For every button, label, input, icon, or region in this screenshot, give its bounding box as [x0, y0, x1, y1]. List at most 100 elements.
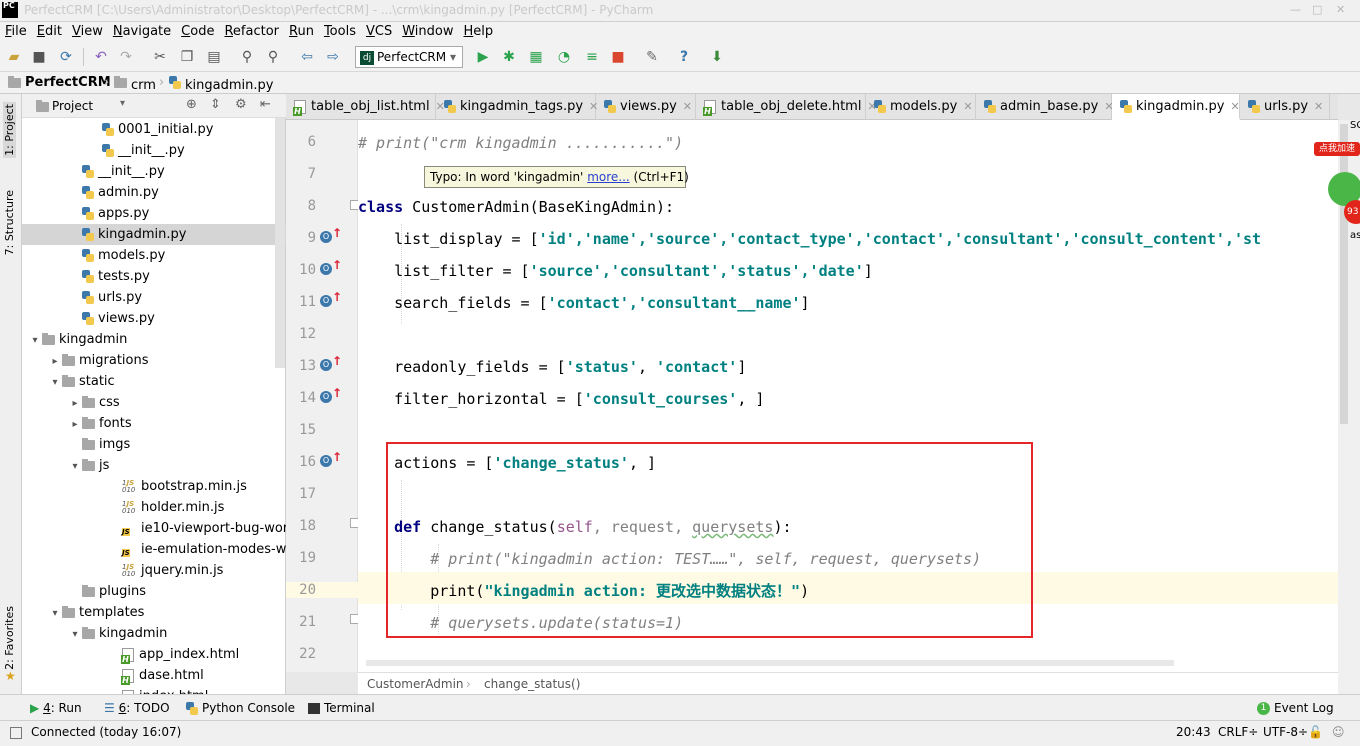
close-window-button[interactable]: ✕ [1336, 3, 1345, 16]
menu-run[interactable]: Run [284, 22, 319, 39]
tree-file[interactable]: 1JS 010 holder.min.js [22, 497, 286, 518]
back-icon[interactable]: ⇦ [298, 48, 316, 66]
close-tab-icon[interactable]: ✕ [1230, 100, 1239, 113]
chevron-down-icon[interactable]: ▾ [28, 330, 42, 350]
override-icon[interactable]: O [320, 263, 332, 275]
tree-file[interactable]: tests.py [22, 266, 286, 287]
tree-folder[interactable]: ▸ migrations [22, 350, 286, 371]
tree-folder[interactable]: ▾ kingadmin [22, 329, 286, 350]
profile-icon[interactable]: ◔ [555, 48, 573, 66]
hide-panel-icon[interactable]: ⇤ [260, 97, 271, 112]
tab-urls[interactable]: urls.py ✕ [1240, 94, 1330, 120]
menu-tools[interactable]: Tools [319, 22, 361, 39]
tree-folder[interactable]: imgs [22, 434, 286, 455]
structure-tool-tab[interactable]: 7: Structure [3, 190, 16, 255]
undo-icon[interactable]: ↶ [92, 48, 110, 66]
tab-table-obj-delete[interactable]: table_obj_delete.html✕ [696, 94, 877, 120]
override-icon[interactable]: O [320, 359, 332, 371]
tree-folder[interactable]: ▾ js [22, 455, 286, 476]
event-log-tool-tab[interactable]: 1 Event Log [1257, 701, 1334, 715]
override-icon[interactable]: O [320, 455, 332, 467]
settings-icon[interactable]: ✎ [643, 48, 661, 66]
breadcrumb-crm[interactable]: crm [114, 75, 156, 93]
replace-icon[interactable]: ⚲ [264, 48, 282, 66]
tab-kingadmin[interactable]: kingadmin.py ✕ [1112, 94, 1240, 120]
redo-icon[interactable]: ↷ [117, 48, 135, 66]
tree-file[interactable]: 0001_initial.py [22, 119, 286, 140]
menu-edit[interactable]: Edit [32, 22, 67, 39]
favorites-tool-tab[interactable]: 2: Favorites [3, 606, 16, 670]
maximize-button[interactable]: □ [1312, 3, 1322, 16]
encoding-select[interactable]: UTF-8÷ [1263, 725, 1308, 739]
chevron-down-icon[interactable]: ▾ [68, 456, 82, 476]
find-icon[interactable]: ⚲ [238, 48, 256, 66]
tree-file[interactable]: 1JS 010 jquery.min.js [22, 560, 286, 581]
breadcrumb-file[interactable]: kingadmin.py [169, 75, 273, 93]
open-folder-icon[interactable]: ▰ [5, 48, 23, 66]
vcs-update-icon[interactable]: ⬇ [708, 48, 726, 66]
database-tool-tab[interactable]: ase [1350, 230, 1360, 241]
menu-navigate[interactable]: Navigate [108, 22, 176, 39]
breadcrumb-project[interactable]: PerfectCRM [8, 75, 111, 90]
tree-file[interactable]: views.py [22, 308, 286, 329]
scroll-from-source-icon[interactable]: ⊕ [186, 97, 197, 112]
tab-views[interactable]: views.py ✕ [596, 94, 696, 120]
help-icon[interactable]: ? [675, 48, 693, 66]
menu-window[interactable]: Window [397, 22, 458, 39]
todo-tool-tab[interactable]: ☰ 6: TODO [104, 701, 170, 715]
tree-file[interactable]: 1JS 010 bootstrap.min.js [22, 476, 286, 497]
save-all-icon[interactable]: ■ [30, 48, 48, 66]
run-configuration-select[interactable]: dj PerfectCRM ▾ [355, 46, 463, 68]
tree-file[interactable]: models.py [22, 245, 286, 266]
tab-admin-base[interactable]: admin_base.py ✕ [976, 94, 1114, 120]
tree-file[interactable]: apps.py [22, 203, 286, 224]
forward-icon[interactable]: ⇨ [324, 48, 342, 66]
chevron-right-icon[interactable]: ▸ [48, 351, 62, 371]
tree-file[interactable]: JS ie10-viewport-bug-workaround.js [22, 518, 286, 539]
tree-file[interactable]: kingadmin.py [22, 224, 286, 245]
line-separator-select[interactable]: CRLF÷ [1218, 725, 1258, 739]
breadcrumb-class[interactable]: CustomerAdmin [367, 677, 464, 691]
horizontal-scrollbar[interactable] [366, 660, 1174, 666]
tree-file[interactable]: dase.html [22, 665, 286, 686]
tree-folder[interactable]: ▸ fonts [22, 413, 286, 434]
chevron-right-icon[interactable]: ▸ [68, 393, 82, 413]
terminal-tool-tab[interactable]: Terminal [308, 701, 375, 715]
minimize-button[interactable]: — [1290, 3, 1301, 16]
copy-icon[interactable]: ❐ [178, 48, 196, 66]
tree-folder[interactable]: ▸ css [22, 392, 286, 413]
lock-icon[interactable]: 🔓 [1308, 725, 1323, 739]
inspector-icon[interactable]: ☺ [1332, 725, 1345, 739]
project-view-select[interactable]: Project [52, 99, 93, 113]
tab-kingadmin-tags[interactable]: kingadmin_tags.py ✕ [436, 94, 598, 120]
menu-refactor[interactable]: Refactor [219, 22, 284, 39]
project-tool-tab[interactable]: 1: Project [3, 102, 16, 158]
python-console-tool-tab[interactable]: Python Console [186, 701, 295, 715]
scientific-tool-tab[interactable]: SC [1350, 120, 1360, 131]
override-icon[interactable]: O [320, 295, 332, 307]
menu-help[interactable]: Help [459, 22, 499, 39]
concurrency-diagram-icon[interactable]: ≡ [583, 48, 601, 66]
cut-icon[interactable]: ✂ [151, 48, 169, 66]
debug-icon[interactable]: ✱ [500, 48, 518, 66]
layout-toggle-icon[interactable] [10, 727, 22, 739]
chevron-down-icon[interactable]: ▾ [68, 624, 82, 644]
tree-file[interactable]: urls.py [22, 287, 286, 308]
chevron-down-icon[interactable]: ▾ [48, 372, 62, 392]
stop-icon[interactable]: ■ [609, 48, 627, 66]
tree-folder[interactable]: ▾ templates [22, 602, 286, 623]
collapse-all-icon[interactable]: ⇕ [210, 97, 221, 112]
tab-models[interactable]: models.py ✕ [866, 94, 976, 120]
more-link[interactable]: more... [587, 170, 630, 184]
paste-icon[interactable]: ▤ [205, 48, 223, 66]
editor-scrollbar[interactable]: SC ase 点我加速 93 [1314, 120, 1360, 694]
tree-file[interactable]: admin.py [22, 182, 286, 203]
synchronize-icon[interactable]: ⟳ [57, 48, 75, 66]
tree-file[interactable]: __init__.py [22, 140, 286, 161]
chevron-down-icon[interactable]: ▾ [120, 98, 125, 109]
close-tab-icon[interactable]: ✕ [963, 100, 972, 113]
run-coverage-icon[interactable]: ▦ [527, 48, 545, 66]
run-tool-tab[interactable]: ▶ 4: Run [30, 701, 82, 715]
menu-code[interactable]: Code [176, 22, 219, 39]
scrollbar-thumb[interactable] [1340, 124, 1348, 424]
